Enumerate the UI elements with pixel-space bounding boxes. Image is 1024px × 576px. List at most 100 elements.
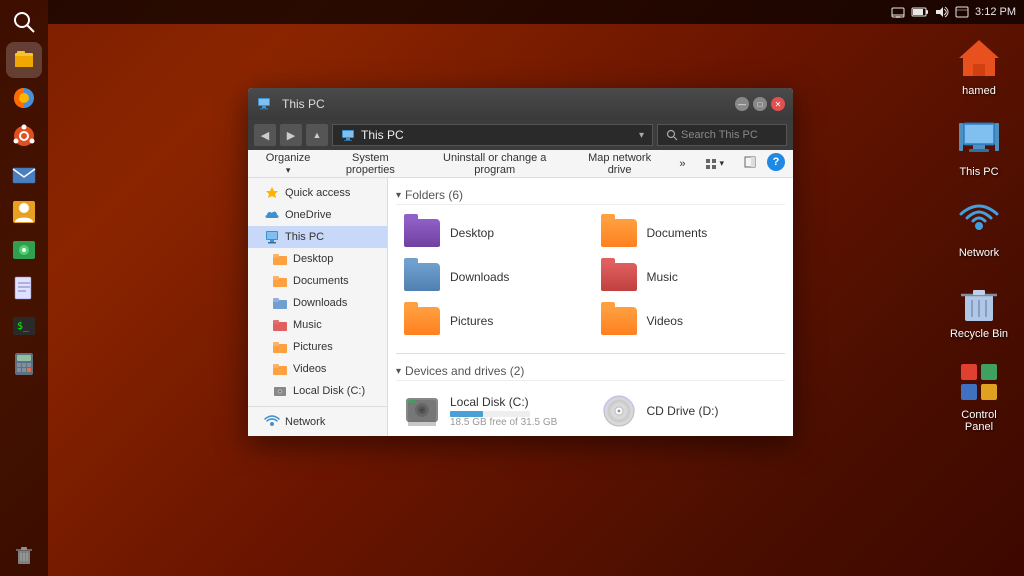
drives-grid: Local Disk (C:) 18.5 GB free of 31.5 GB — [396, 389, 785, 433]
folder-item-desktop[interactable]: Desktop — [396, 213, 589, 253]
desktop-icon-network[interactable]: Network — [944, 192, 1014, 263]
taskbar-firefox[interactable] — [6, 80, 42, 116]
taskbar-files[interactable] — [6, 42, 42, 78]
network-icon — [264, 414, 280, 430]
folders-section-header[interactable]: ▾ Folders (6) — [396, 186, 785, 205]
minimize-button[interactable]: — — [735, 97, 749, 111]
address-bar[interactable]: This PC ▾ — [332, 124, 653, 146]
sidebar-label: Documents — [293, 275, 349, 287]
folder-name: Videos — [647, 314, 683, 328]
folder-item-documents[interactable]: Documents — [593, 213, 786, 253]
control-label: Control Panel — [948, 409, 1010, 433]
sidebar-label: Downloads — [293, 297, 347, 309]
sidebar-item-downloads[interactable]: Downloads — [248, 292, 387, 314]
sidebar-item-desktop-kpt[interactable]: DESKTOP-KPT6F75 — [248, 433, 387, 436]
folder-icon — [272, 339, 288, 355]
clock-label: 3:12 PM — [975, 6, 1016, 18]
pictures-folder-thumb — [402, 305, 442, 337]
explorer-window: This PC — □ ✕ ◀ ▶ ▲ This PC ▾ Searc — [248, 88, 793, 436]
pc-icon-small — [256, 96, 272, 112]
taskbar-search[interactable] — [6, 4, 42, 40]
preview-button[interactable] — [735, 153, 765, 174]
network-label: Network — [959, 247, 999, 259]
folder-name: Pictures — [450, 314, 493, 328]
sidebar-label: Local Disk (C:) — [293, 385, 365, 397]
sidebar-label: Music — [293, 319, 322, 331]
drive-c-name: Local Disk (C:) — [450, 395, 583, 409]
sidebar-label: Quick access — [285, 187, 350, 199]
address-text: This PC — [361, 128, 404, 142]
sidebar-item-localdisk[interactable]: Local Disk (C:) — [248, 380, 387, 402]
folder-icon — [272, 295, 288, 311]
search-placeholder: Search This PC — [681, 129, 758, 141]
sidebar-label: OneDrive — [285, 209, 331, 221]
star-icon — [264, 185, 280, 201]
folders-header-label: Folders (6) — [405, 188, 463, 202]
taskbar-editor[interactable] — [6, 270, 42, 306]
drives-section-header[interactable]: ▾ Devices and drives (2) — [396, 362, 785, 381]
forward-button[interactable]: ▶ — [280, 124, 302, 146]
window-controls: — □ ✕ — [735, 97, 785, 111]
taskbar-mail[interactable] — [6, 156, 42, 192]
drive-item-d[interactable]: CD Drive (D:) — [593, 389, 786, 433]
maximize-button[interactable]: □ — [753, 97, 767, 111]
taskbar-contacts[interactable] — [6, 194, 42, 230]
desktop-icon-thispc[interactable]: This PC — [944, 111, 1014, 182]
recycle-bin-icon — [955, 277, 1003, 325]
sidebar-label: Videos — [293, 363, 326, 375]
sidebar-item-onedrive[interactable]: OneDrive — [248, 204, 387, 226]
taskbar-trash[interactable] — [6, 536, 42, 572]
view-options-button[interactable]: ▾ — [696, 153, 733, 174]
map-network-button[interactable]: Map network drive — [571, 149, 668, 179]
sidebar-label: This PC — [285, 231, 324, 243]
sidebar: Quick access OneDrive This PC — [248, 178, 388, 436]
desktop-icon-recycle[interactable]: Recycle Bin — [944, 273, 1014, 344]
sidebar-label: Network — [285, 416, 325, 428]
folder-name: Documents — [647, 226, 708, 240]
taskbar-calculator[interactable] — [6, 346, 42, 382]
taskbar-terminal[interactable]: $_ — [6, 308, 42, 344]
toolbar: Organize ▾ System properties Uninstall o… — [248, 150, 793, 178]
search-bar[interactable]: Search This PC — [657, 124, 787, 146]
back-button[interactable]: ◀ — [254, 124, 276, 146]
sidebar-item-videos[interactable]: Videos — [248, 358, 387, 380]
desktop-icons: hamed This PC — [944, 30, 1014, 437]
sidebar-item-pictures[interactable]: Pictures — [248, 336, 387, 358]
folder-item-pictures[interactable]: Pictures — [396, 301, 589, 341]
system-tray: 3:12 PM — [48, 0, 1024, 24]
desktop-icon-hamed[interactable]: hamed — [944, 30, 1014, 101]
sidebar-item-quickaccess[interactable]: Quick access — [248, 182, 387, 204]
folder-name: Music — [647, 270, 678, 284]
up-button[interactable]: ▲ — [306, 124, 328, 146]
more-button[interactable]: » — [670, 155, 694, 173]
sidebar-item-network[interactable]: Network — [248, 411, 387, 433]
folder-item-music[interactable]: Music — [593, 257, 786, 297]
desktop-icon-control[interactable]: Control Panel — [944, 354, 1014, 437]
sidebar-item-thispc[interactable]: This PC — [248, 226, 387, 248]
folder-name: Desktop — [450, 226, 494, 240]
sidebar-item-desktop[interactable]: Desktop — [248, 248, 387, 270]
search-icon — [666, 129, 678, 141]
drive-item-c[interactable]: Local Disk (C:) 18.5 GB free of 31.5 GB — [396, 389, 589, 433]
organize-button[interactable]: Organize ▾ — [256, 149, 320, 179]
drive-c-free: 18.5 GB free of 31.5 GB — [450, 417, 583, 428]
folders-grid: Desktop Documents — [396, 213, 785, 341]
window-title: This PC — [282, 97, 325, 111]
folder-item-downloads[interactable]: Downloads — [396, 257, 589, 297]
help-button[interactable]: ? — [767, 153, 785, 171]
section-divider — [396, 353, 785, 354]
svg-text:$_: $_ — [17, 321, 30, 332]
taskbar-ubuntu[interactable] — [6, 118, 42, 154]
sidebar-item-music[interactable]: Music — [248, 314, 387, 336]
cd-drive-icon — [599, 393, 639, 429]
explorer-body: Quick access OneDrive This PC — [248, 178, 793, 436]
sidebar-item-documents[interactable]: Documents — [248, 270, 387, 292]
uninstall-button[interactable]: Uninstall or change a program — [421, 149, 569, 179]
system-properties-button[interactable]: System properties — [322, 149, 418, 179]
drive-icon — [272, 383, 288, 399]
taskbar: $_ — [0, 0, 48, 576]
folder-item-videos[interactable]: Videos — [593, 301, 786, 341]
close-button[interactable]: ✕ — [771, 97, 785, 111]
folder-name: Downloads — [450, 270, 509, 284]
taskbar-photos[interactable] — [6, 232, 42, 268]
